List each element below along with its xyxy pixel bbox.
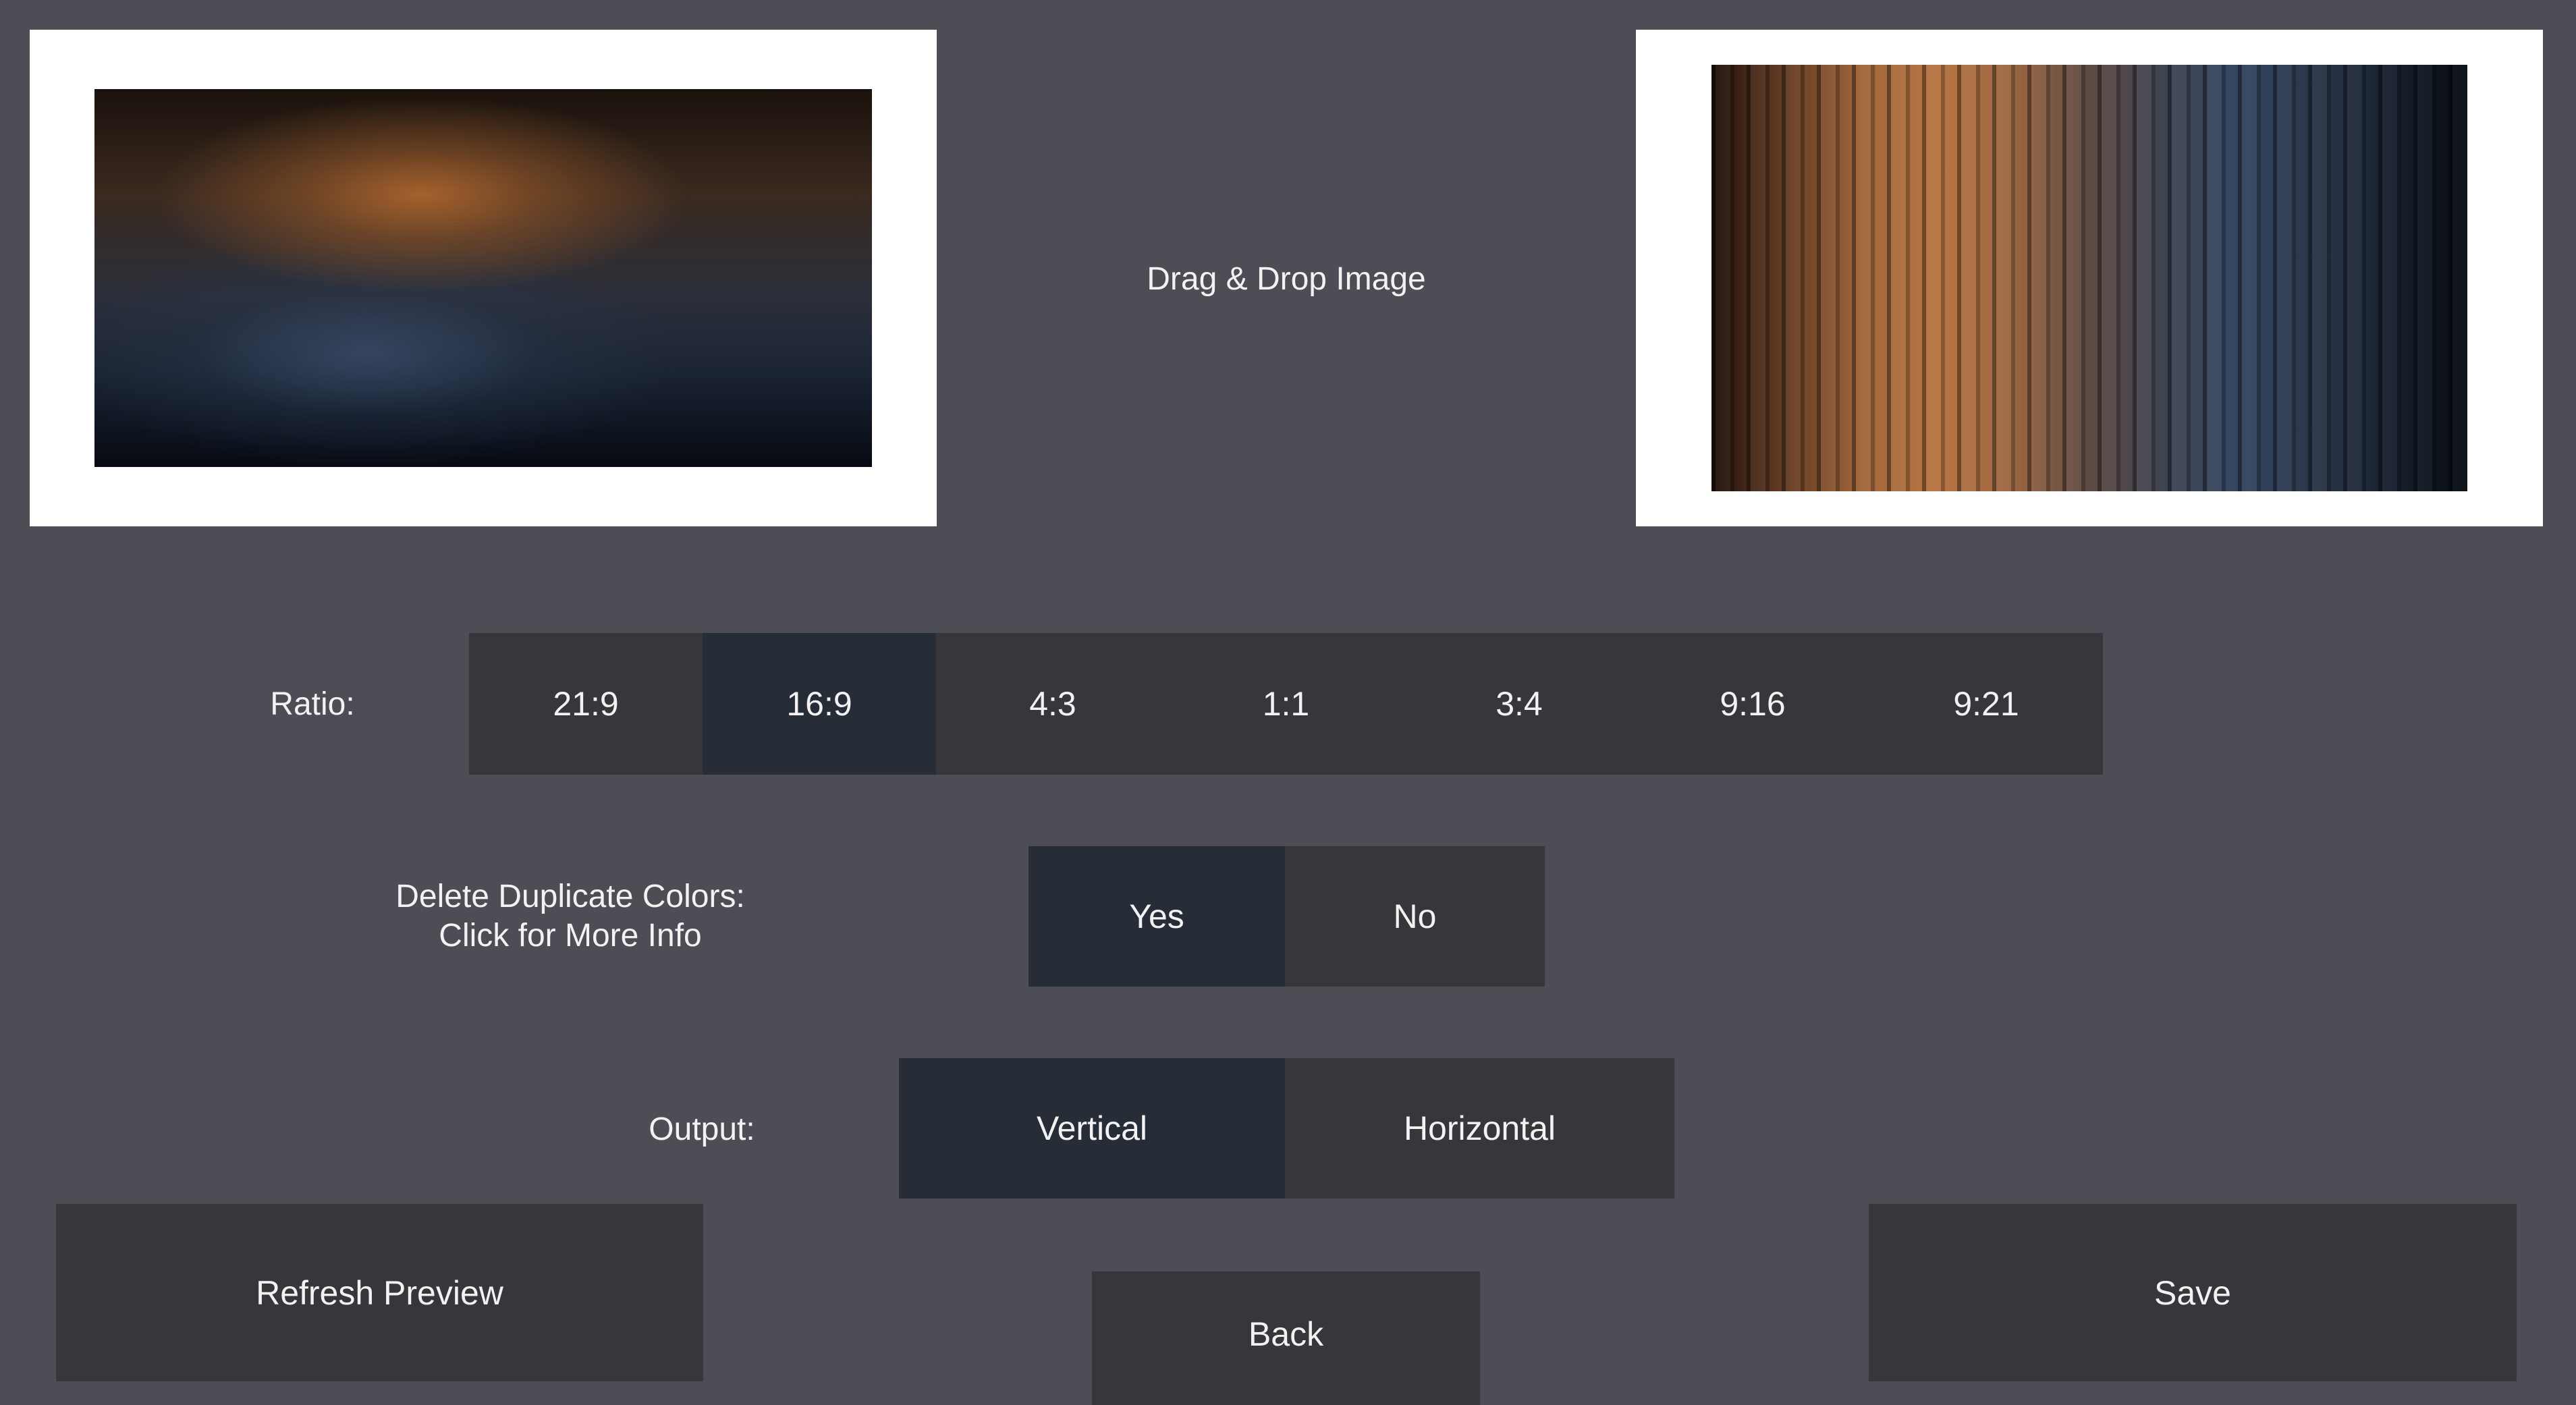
duplicates-no-button[interactable]: No bbox=[1285, 846, 1545, 987]
ratio-option-1-1[interactable]: 1:1 bbox=[1170, 633, 1402, 775]
ratio-option-4-3[interactable]: 4:3 bbox=[936, 633, 1170, 775]
output-strip-preview bbox=[1711, 65, 2467, 491]
ratio-label: Ratio: bbox=[270, 686, 355, 722]
drop-zone-label[interactable]: Drag & Drop Image bbox=[937, 260, 1636, 299]
duplicate-colors-label[interactable]: Delete Duplicate Colors: Click for More … bbox=[304, 877, 837, 956]
duplicate-colors-title: Delete Duplicate Colors: bbox=[395, 879, 745, 914]
duplicates-yes-button[interactable]: Yes bbox=[1029, 846, 1285, 987]
output-vertical-button[interactable]: Vertical bbox=[899, 1058, 1285, 1199]
source-image-frame[interactable] bbox=[30, 30, 937, 526]
ratio-option-3-4[interactable]: 3:4 bbox=[1402, 633, 1636, 775]
back-button[interactable]: Back bbox=[1092, 1271, 1480, 1405]
duplicate-colors-info-link[interactable]: Click for More Info bbox=[304, 916, 837, 956]
ratio-selector: 21:9 16:9 4:3 1:1 3:4 9:16 9:21 bbox=[469, 633, 2103, 775]
output-horizontal-button[interactable]: Horizontal bbox=[1285, 1058, 1674, 1199]
ratio-option-9-16[interactable]: 9:16 bbox=[1636, 633, 1869, 775]
refresh-preview-button[interactable]: Refresh Preview bbox=[56, 1204, 703, 1381]
ratio-option-21-9[interactable]: 21:9 bbox=[469, 633, 703, 775]
save-button[interactable]: Save bbox=[1869, 1204, 2517, 1381]
output-label: Output: bbox=[649, 1111, 755, 1147]
ratio-option-16-9[interactable]: 16:9 bbox=[703, 633, 936, 775]
source-image-preview bbox=[94, 89, 872, 467]
output-preview-frame bbox=[1636, 30, 2543, 526]
ratio-option-9-21[interactable]: 9:21 bbox=[1869, 633, 2103, 775]
